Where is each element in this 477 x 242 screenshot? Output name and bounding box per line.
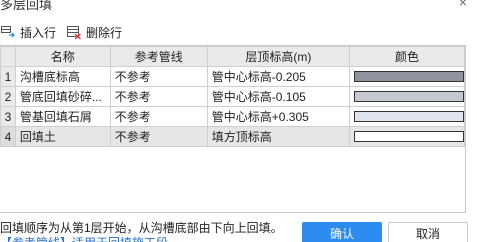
cell-ref-pipe[interactable]: 不参考 xyxy=(109,66,208,87)
backfill-grid: 名称 参考管线 层顶标高(m) 颜色 1 沟槽底标高 不参考 管中心标高-0.2… xyxy=(0,46,466,147)
dialog-title: 多层回填 xyxy=(0,0,53,12)
cell-top-elevation[interactable]: 填方顶标高 xyxy=(206,126,350,147)
cell-top-elevation[interactable]: 管中心标高+0.305 xyxy=(206,106,350,127)
row-number: 1 xyxy=(0,66,16,87)
table-row[interactable]: 1 沟槽底标高 不参考 管中心标高-0.205 xyxy=(0,66,466,87)
header-top-elevation: 层顶标高(m) xyxy=(206,46,350,67)
cell-name[interactable]: 沟槽底标高 xyxy=(14,66,111,87)
cell-color[interactable] xyxy=(348,106,466,127)
cancel-button[interactable]: 取消 xyxy=(388,222,468,242)
cell-ref-pipe[interactable]: 不参考 xyxy=(109,126,208,147)
toolbar: 插入行 删除行 xyxy=(0,21,477,43)
cell-ref-pipe[interactable]: 不参考 xyxy=(109,86,208,107)
cell-top-elevation[interactable]: 管中心标高-0.105 xyxy=(206,86,350,107)
cell-name[interactable]: 管基回填石屑 xyxy=(14,106,111,127)
row-number: 4 xyxy=(0,126,16,147)
backfill-table: 名称 参考管线 层顶标高(m) 颜色 1 沟槽底标高 不参考 管中心标高-0.2… xyxy=(0,45,466,213)
delete-row-label: 删除行 xyxy=(86,25,123,40)
close-icon[interactable]: × xyxy=(459,0,467,10)
confirm-button[interactable]: 确认 xyxy=(302,222,382,242)
cell-color[interactable] xyxy=(348,126,466,147)
row-number: 2 xyxy=(0,86,16,107)
cell-top-elevation[interactable]: 管中心标高-0.205 xyxy=(206,66,350,87)
cell-color[interactable] xyxy=(348,86,466,107)
ref-pipe-note[interactable]: 【参考管线】适用于回填施工段 xyxy=(0,234,168,242)
table-row[interactable]: 3 管基回填石屑 不参考 管中心标高+0.305 xyxy=(0,106,466,127)
insert-row-label: 插入行 xyxy=(20,25,57,40)
insert-row-icon xyxy=(0,24,16,40)
cell-ref-pipe[interactable]: 不参考 xyxy=(109,106,208,127)
color-swatch[interactable] xyxy=(353,91,464,102)
color-swatch[interactable] xyxy=(353,71,464,82)
header-name: 名称 xyxy=(14,46,111,67)
table-row[interactable]: 2 管底回填砂碎... 不参考 管中心标高-0.105 xyxy=(0,86,466,107)
delete-row-button[interactable]: 删除行 xyxy=(66,21,122,43)
cell-name[interactable]: 回填土 xyxy=(14,126,111,147)
cell-color[interactable] xyxy=(348,66,466,87)
cell-name[interactable]: 管底回填砂碎... xyxy=(14,86,111,107)
table-row-selected[interactable]: 4 回填土 不参考 填方顶标高 xyxy=(0,126,466,147)
row-number: 3 xyxy=(0,106,16,127)
header-ref-pipe: 参考管线 xyxy=(109,46,208,67)
color-swatch[interactable] xyxy=(353,131,464,142)
color-swatch[interactable] xyxy=(353,111,464,122)
table-header-row: 名称 参考管线 层顶标高(m) 颜色 xyxy=(0,46,466,67)
header-rowno xyxy=(0,46,16,67)
delete-row-icon xyxy=(66,24,82,40)
dialog-title-bar: 多层回填 × xyxy=(0,0,477,14)
header-color: 颜色 xyxy=(348,46,466,67)
insert-row-button[interactable]: 插入行 xyxy=(0,21,56,43)
